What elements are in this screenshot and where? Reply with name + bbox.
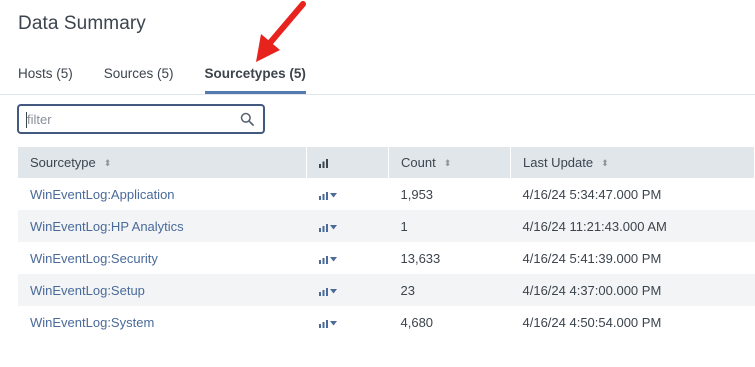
sort-icon[interactable]: ⬍ (444, 158, 452, 169)
sort-icon[interactable]: ⬍ (601, 158, 609, 169)
column-header-count[interactable]: Count ⬍ (388, 147, 511, 178)
search-icon[interactable] (240, 112, 254, 126)
column-header-last-update-label: Last Update (523, 155, 594, 170)
last-update-cell: 4/16/24 5:41:39.000 PM (522, 250, 662, 266)
table-row: WinEventLog:HP Analytics 1 4/16/24 11:21… (18, 210, 755, 242)
bar-chart-icon (318, 191, 328, 200)
count-cell: 1,953 (400, 186, 434, 202)
chart-dropdown-button[interactable] (307, 242, 389, 274)
count-cell: 13,633 (400, 250, 441, 266)
sourcetype-link[interactable]: WinEventLog:Security (18, 242, 307, 274)
bar-chart-icon (318, 255, 328, 264)
bar-chart-icon (318, 223, 328, 232)
table-row: WinEventLog:Application 1,953 4/16/24 5:… (18, 178, 755, 210)
sourcetype-link[interactable]: WinEventLog:HP Analytics (18, 210, 307, 242)
sourcetype-link[interactable]: WinEventLog:Setup (18, 274, 307, 306)
column-header-count-label: Count (401, 155, 436, 170)
table-row: WinEventLog:System 4,680 4/16/24 4:50:54… (18, 306, 755, 338)
last-update-cell: 4/16/24 11:21:43.000 AM (510, 210, 755, 242)
chevron-down-icon (329, 320, 337, 325)
column-header-chart (306, 147, 389, 178)
tabs-divider (0, 94, 755, 95)
table-row: WinEventLog:Setup 23 4/16/24 4:37:00.000… (18, 274, 755, 306)
chart-dropdown-button[interactable] (306, 210, 389, 242)
sort-icon[interactable]: ⬍ (104, 158, 112, 169)
last-update-cell: 4/16/24 5:34:47.000 PM (522, 186, 662, 202)
column-header-last-update[interactable]: Last Update ⬍ (510, 147, 755, 178)
filter-box[interactable] (17, 104, 265, 134)
chevron-down-icon (329, 224, 337, 229)
sourcetype-link[interactable]: WinEventLog:System (18, 306, 307, 338)
count-cell: 4,680 (400, 314, 434, 330)
tab-sources[interactable]: Sources (5) (104, 66, 174, 94)
data-summary-page: Data Summary Hosts (5) Sources (5) Sourc… (0, 0, 755, 367)
chart-dropdown-button[interactable] (306, 274, 389, 306)
column-header-sourcetype[interactable]: Sourcetype ⬍ (18, 147, 307, 178)
sourcetypes-table: Sourcetype ⬍ Count ⬍ Last Update ⬍ WinEv… (18, 147, 755, 338)
count-cell: 23 (388, 274, 511, 306)
page-title: Data Summary (18, 13, 146, 34)
sourcetype-link[interactable]: WinEventLog:Application (18, 178, 307, 210)
red-arrow-icon (256, 1, 306, 62)
table-header-row: Sourcetype ⬍ Count ⬍ Last Update ⬍ (18, 147, 755, 178)
tab-bar: Hosts (5) Sources (5) Sourcetypes (5) (18, 66, 337, 94)
chart-dropdown-button[interactable] (307, 306, 389, 338)
column-header-sourcetype-label: Sourcetype (30, 155, 96, 170)
last-update-cell: 4/16/24 4:37:00.000 PM (510, 274, 755, 306)
chevron-down-icon (329, 288, 337, 293)
text-cursor (26, 112, 27, 128)
chevron-down-icon (329, 256, 337, 261)
tab-sourcetypes[interactable]: Sourcetypes (5) (204, 66, 306, 94)
table-row: WinEventLog:Security 13,633 4/16/24 5:41… (18, 242, 755, 274)
count-cell: 1 (388, 210, 511, 242)
chevron-down-icon (329, 192, 337, 197)
chart-dropdown-button[interactable] (307, 178, 389, 210)
bar-chart-icon (319, 159, 328, 168)
tab-hosts[interactable]: Hosts (5) (18, 66, 73, 94)
filter-input[interactable] (25, 110, 237, 129)
last-update-cell: 4/16/24 4:50:54.000 PM (522, 314, 662, 330)
bar-chart-icon (318, 287, 328, 296)
bar-chart-icon (318, 319, 328, 328)
